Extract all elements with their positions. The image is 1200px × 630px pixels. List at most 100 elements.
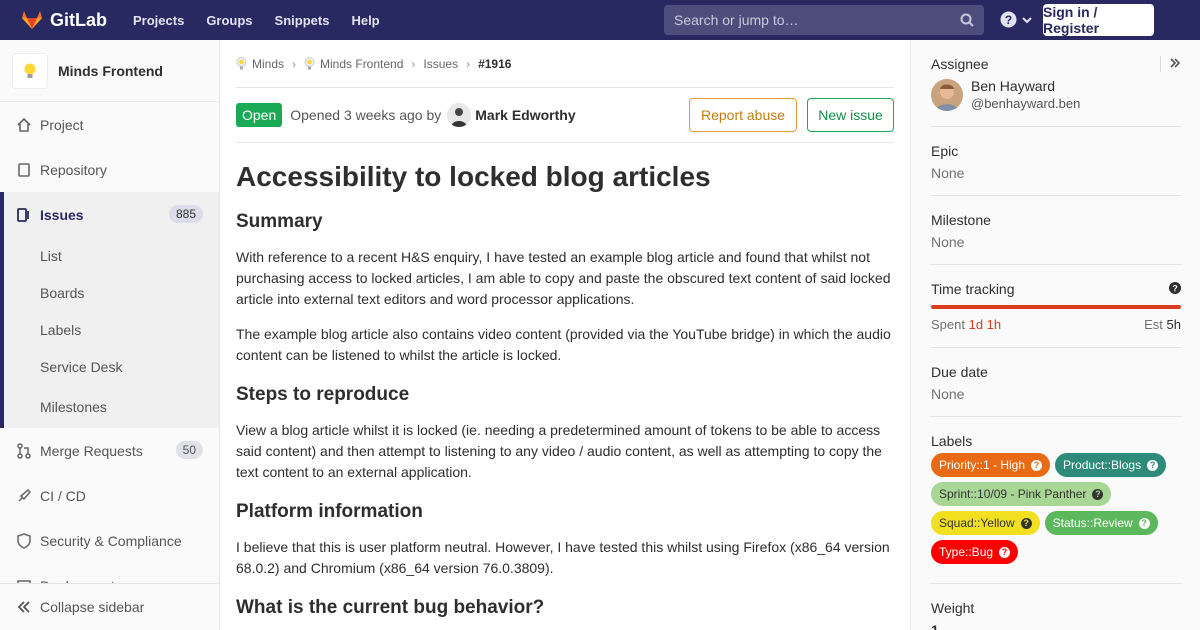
time-progress-bar xyxy=(931,305,1181,309)
sidebar-item-cicd[interactable]: CI / CD xyxy=(0,473,219,518)
sidebar-subitem-labels[interactable]: Labels xyxy=(4,311,219,348)
sidebar-item-repository[interactable]: Repository xyxy=(0,147,219,192)
label-text: Sprint::10/09 - Pink Panther xyxy=(939,487,1087,501)
time-tracking-row: Spent 1d 1h Est 5h xyxy=(931,317,1181,332)
collapse-sidebar-button[interactable]: Collapse sidebar xyxy=(0,583,219,630)
gitlab-tanuki-icon xyxy=(22,11,42,29)
time-spent-value: 1d 1h xyxy=(968,317,1002,332)
nav-projects[interactable]: Projects xyxy=(133,13,184,28)
sidebar-item-merge-requests[interactable]: Merge Requests 50 xyxy=(0,428,219,473)
nav-help[interactable]: Help xyxy=(351,13,379,28)
brand-name: GitLab xyxy=(50,9,107,30)
gitlab-logo[interactable]: GitLab xyxy=(22,10,107,31)
weight-title: Weight xyxy=(931,600,975,616)
issue-header: Open Opened 3 weeks ago by Mark Edworthy… xyxy=(236,88,894,143)
issue-opened-info: Opened 3 weeks ago by Mark Edworthy xyxy=(290,103,576,127)
sidebar-item-label: Project xyxy=(40,116,84,133)
due-date-block[interactable]: Due date None xyxy=(931,348,1181,417)
issues-icon xyxy=(16,207,32,223)
breadcrumb-issue-number[interactable]: #1916 xyxy=(478,57,511,71)
sidebar-item-label: Security & Compliance xyxy=(40,532,182,549)
label-badge[interactable]: Status::Review? xyxy=(1044,511,1158,535)
breadcrumb: Minds › Minds Frontend › Issues › #1916 xyxy=(236,40,894,88)
sidebar-subitem-service-desk[interactable]: Service Desk xyxy=(4,348,219,385)
author-name[interactable]: Mark Edworthy xyxy=(475,107,575,123)
nav-groups[interactable]: Groups xyxy=(206,13,252,28)
issue-title: Accessibility to locked blog articles xyxy=(236,161,711,192)
left-sidebar: Minds Frontend Project Repository Issues… xyxy=(0,40,220,630)
collapse-sidebar-label: Collapse sidebar xyxy=(40,599,145,615)
right-sidebar: Assignee Ben Hayward @benhayward.ben Epi… xyxy=(910,40,1200,630)
paragraph: View a blog article whilst it is locked … xyxy=(236,422,882,480)
sidebar-subitem-boards[interactable]: Boards xyxy=(4,274,219,311)
section-heading: Platform information xyxy=(236,501,423,522)
label-badge[interactable]: Sprint::10/09 - Pink Panther? xyxy=(931,482,1112,506)
mr-count-badge: 50 xyxy=(175,441,203,459)
search-input[interactable] xyxy=(674,12,944,28)
sidebar-issues-group: Issues 885 List Boards Labels Service De… xyxy=(0,192,219,428)
breadcrumb-issues[interactable]: Issues xyxy=(423,57,458,71)
book-icon xyxy=(16,162,32,178)
breadcrumb-separator: › xyxy=(292,56,297,71)
home-icon xyxy=(16,117,32,133)
epic-block[interactable]: Epic None xyxy=(931,127,1181,196)
label-badge[interactable]: Squad::Yellow? xyxy=(931,511,1040,535)
author-avatar[interactable] xyxy=(447,103,472,127)
breadcrumb-minds[interactable]: Minds xyxy=(236,57,284,71)
section-heading: Summary xyxy=(236,211,323,232)
assignee[interactable]: Ben Hayward @benhayward.ben xyxy=(931,78,1181,112)
assignee-block: Assignee Ben Hayward @benhayward.ben xyxy=(931,40,1181,127)
project-avatar xyxy=(12,52,48,89)
report-abuse-button[interactable]: Report abuse xyxy=(689,98,797,132)
search-box[interactable] xyxy=(664,5,984,35)
weight-block[interactable]: Weight 1 xyxy=(931,584,1181,630)
milestone-title: Milestone xyxy=(931,212,991,228)
help-icon[interactable]: ? xyxy=(1169,282,1181,294)
help-icon: ? xyxy=(1031,459,1043,471)
merge-request-icon xyxy=(16,442,32,459)
search-icon xyxy=(960,13,974,27)
help-icon: ? xyxy=(1020,517,1032,529)
label-badge[interactable]: Product::Blogs? xyxy=(1055,453,1167,477)
sidebar-item-project[interactable]: Project xyxy=(0,102,219,147)
milestone-block[interactable]: Milestone None xyxy=(931,196,1181,265)
breadcrumb-minds-frontend[interactable]: Minds Frontend xyxy=(304,57,403,71)
nav-links: Projects Groups Snippets Help xyxy=(133,13,402,28)
help-icon: ? xyxy=(1147,459,1159,471)
sidebar-subitem-list[interactable]: List xyxy=(4,237,219,274)
weight-value: 1 xyxy=(931,622,939,630)
sidebar-item-security[interactable]: Security & Compliance xyxy=(0,518,219,563)
paragraph: I believe that this is user platform neu… xyxy=(236,539,890,576)
assignee-info: Ben Hayward @benhayward.ben xyxy=(971,78,1080,112)
expand-sidebar-button[interactable] xyxy=(1160,56,1181,72)
time-tracking-block: Time tracking ? Spent 1d 1h Est 5h xyxy=(931,265,1181,348)
label-badge[interactable]: Type::Bug? xyxy=(931,540,1019,564)
sidebar-item-label: Merge Requests xyxy=(40,442,143,459)
label-text: Type::Bug xyxy=(939,545,994,559)
sidebar-item-issues[interactable]: Issues 885 xyxy=(4,192,219,237)
lightbulb-icon xyxy=(24,63,36,78)
sidebar-subitem-milestones[interactable]: Milestones xyxy=(4,385,219,428)
project-header[interactable]: Minds Frontend xyxy=(0,40,219,102)
rocket-icon xyxy=(16,488,32,504)
top-navbar: GitLab Projects Groups Snippets Help ? S… xyxy=(0,0,1200,40)
sidebar-item-label: Repository xyxy=(40,161,107,178)
time-spent: Spent 1d 1h xyxy=(931,317,1002,332)
sign-in-button[interactable]: Sign in / Register xyxy=(1043,4,1154,36)
due-date-value: None xyxy=(931,386,965,402)
paragraph: With reference to a recent H&S enquiry, … xyxy=(236,249,891,307)
assignee-name: Ben Hayward xyxy=(971,78,1056,94)
help-icon: ? xyxy=(999,546,1011,558)
label-badge[interactable]: Priority::1 - High? xyxy=(931,453,1051,477)
new-issue-button[interactable]: New issue xyxy=(807,98,894,132)
label-text: Product::Blogs xyxy=(1063,458,1142,472)
labels-block: Labels Priority::1 - High? Product::Blogs… xyxy=(931,417,1181,584)
project-name: Minds Frontend xyxy=(58,62,163,79)
issues-count-badge: 885 xyxy=(168,205,203,223)
help-dropdown[interactable]: ? xyxy=(1000,11,1033,28)
chevron-down-icon xyxy=(1022,16,1032,23)
milestone-value: None xyxy=(931,234,965,250)
nav-snippets[interactable]: Snippets xyxy=(275,13,330,28)
breadcrumb-separator: › xyxy=(466,56,471,71)
labels-list: Priority::1 - High? Product::Blogs? Sprint… xyxy=(931,453,1181,569)
